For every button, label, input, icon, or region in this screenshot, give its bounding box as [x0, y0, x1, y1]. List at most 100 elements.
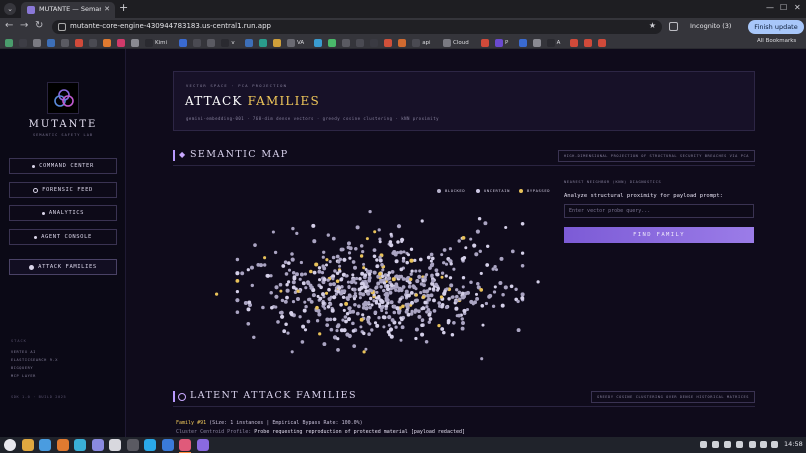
scatter-point[interactable]	[364, 281, 369, 286]
scatter-point[interactable]	[400, 325, 405, 330]
scatter-point[interactable]	[235, 289, 240, 294]
scatter-point[interactable]	[271, 230, 275, 234]
scatter-point[interactable]	[311, 223, 316, 228]
scatter-point[interactable]	[395, 306, 400, 311]
scatter-point[interactable]	[429, 259, 433, 263]
scatter-point[interactable]	[514, 287, 518, 291]
scatter-point[interactable]	[377, 316, 381, 320]
scatter-point[interactable]	[332, 295, 337, 300]
scatter-point[interactable]	[286, 331, 290, 335]
scatter-point[interactable]	[400, 237, 405, 242]
forward-icon[interactable]: →	[20, 20, 28, 31]
scatter-point[interactable]	[363, 273, 368, 277]
scatter-point[interactable]	[300, 340, 305, 344]
scatter-point[interactable]	[425, 305, 429, 309]
scatter-point[interactable]	[341, 318, 345, 322]
scatter-point[interactable]	[404, 309, 409, 314]
scatter-point[interactable]	[419, 290, 423, 295]
scatter-point[interactable]	[306, 319, 311, 324]
scatter-point[interactable]	[301, 281, 306, 286]
taskbar-app-icon[interactable]	[74, 439, 86, 451]
scatter-point[interactable]	[367, 272, 372, 277]
scatter-point[interactable]	[377, 228, 381, 232]
bookmark-item[interactable]	[75, 38, 83, 47]
scatter-point[interactable]	[437, 323, 441, 328]
scatter-point[interactable]	[420, 323, 424, 328]
scatter-point[interactable]	[469, 280, 473, 285]
scatter-point[interactable]	[450, 332, 455, 337]
scatter-point[interactable]	[336, 289, 341, 294]
scatter-point[interactable]	[422, 289, 427, 294]
bookmark-item[interactable]	[179, 38, 188, 47]
scatter-point[interactable]	[339, 277, 344, 282]
scatter-point[interactable]	[252, 335, 256, 340]
scatter-point[interactable]	[321, 255, 325, 259]
scatter-point[interactable]	[424, 340, 429, 344]
scatter-point[interactable]	[422, 306, 426, 310]
scatter-point[interactable]	[455, 294, 459, 299]
scatter-point[interactable]	[243, 300, 248, 306]
scatter-point[interactable]	[336, 337, 340, 341]
scatter-point[interactable]	[384, 311, 388, 315]
scatter-point[interactable]	[448, 258, 452, 263]
scatter-point[interactable]	[458, 297, 462, 301]
scatter-point[interactable]	[343, 315, 348, 319]
tray-icon[interactable]	[736, 441, 743, 448]
scatter-point[interactable]	[246, 321, 251, 326]
extensions-icon[interactable]	[669, 22, 678, 31]
scatter-point[interactable]	[375, 264, 379, 269]
scatter-point[interactable]	[469, 237, 473, 241]
scatter-point[interactable]	[291, 300, 296, 304]
scatter-point[interactable]	[426, 298, 430, 302]
bookmark-item[interactable]	[342, 38, 351, 47]
scatter-point[interactable]	[479, 288, 484, 292]
scatter-point[interactable]	[455, 288, 459, 292]
bookmark-item[interactable]: Kimi	[145, 38, 167, 47]
scatter-point[interactable]	[447, 297, 451, 301]
scatter-point[interactable]	[351, 321, 355, 326]
scatter-point[interactable]	[358, 296, 362, 300]
scatter-point[interactable]	[387, 276, 392, 281]
scatter-point[interactable]	[246, 307, 251, 312]
scatter-point[interactable]	[414, 293, 418, 297]
scatter-point[interactable]	[309, 269, 313, 274]
scatter-point[interactable]	[281, 264, 286, 268]
scatter-point[interactable]	[474, 252, 479, 257]
bookmark-item[interactable]	[103, 38, 111, 47]
scatter-point[interactable]	[432, 309, 437, 313]
bookmark-item[interactable]: A	[546, 38, 560, 47]
scatter-point[interactable]	[395, 274, 399, 278]
scatter-point[interactable]	[396, 224, 402, 229]
scatter-point[interactable]	[364, 347, 368, 351]
scatter-point[interactable]	[348, 310, 353, 314]
scatter-point[interactable]	[290, 252, 294, 256]
scatter-point[interactable]	[325, 258, 329, 262]
scatter-point[interactable]	[321, 301, 325, 306]
scatter-point[interactable]	[324, 291, 329, 295]
taskbar-app-icon[interactable]	[126, 439, 139, 451]
bookmark-item[interactable]	[193, 38, 202, 47]
find-family-button[interactable]: FIND FAMILY	[564, 227, 754, 243]
scatter-point[interactable]	[383, 292, 387, 297]
scatter-point[interactable]	[269, 291, 273, 295]
scatter-point[interactable]	[449, 283, 454, 288]
scatter-point[interactable]	[359, 325, 363, 329]
scatter-point[interactable]	[291, 280, 296, 285]
bookmark-item[interactable]	[398, 38, 407, 47]
scatter-point[interactable]	[333, 269, 337, 273]
scatter-point[interactable]	[418, 269, 422, 273]
scatter-point[interactable]	[440, 253, 444, 257]
wifi-icon[interactable]	[749, 441, 756, 448]
vector-probe-input[interactable]	[564, 204, 754, 218]
scatter-point[interactable]	[362, 262, 366, 266]
taskbar-app-icon[interactable]	[91, 439, 104, 451]
scatter-point[interactable]	[420, 318, 425, 322]
scatter-point[interactable]	[464, 246, 468, 250]
incognito-indicator[interactable]: Incognito (3)	[690, 22, 731, 30]
scatter-point[interactable]	[326, 233, 330, 237]
scatter-point[interactable]	[322, 250, 326, 254]
bookmark-item[interactable]: api	[412, 38, 431, 47]
scatter-point[interactable]	[499, 256, 504, 261]
scatter-point[interactable]	[341, 289, 346, 294]
scatter-point[interactable]	[373, 321, 378, 325]
